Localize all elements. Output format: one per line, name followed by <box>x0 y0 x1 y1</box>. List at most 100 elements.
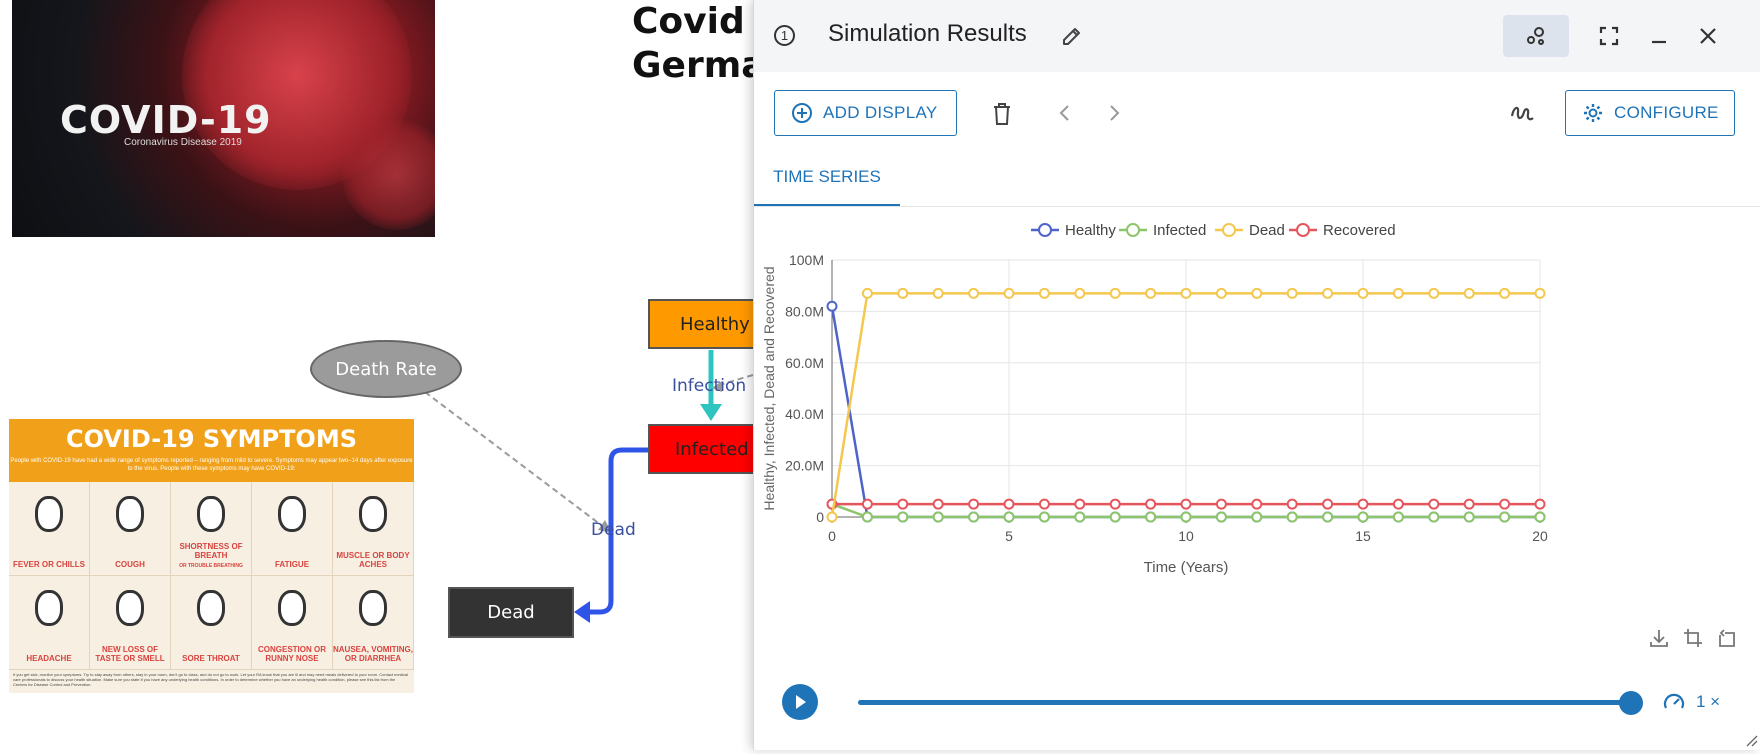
breath-icon <box>197 496 225 532</box>
download-chart-button[interactable] <box>1645 624 1673 652</box>
legend-marker-infected <box>1126 223 1140 237</box>
data-point-infected <box>968 511 980 523</box>
data-point-recovered <box>1003 498 1015 510</box>
delete-button[interactable] <box>984 96 1020 132</box>
next-button[interactable] <box>1099 98 1129 128</box>
data-point-infected <box>1074 511 1086 523</box>
resize-handle-icon[interactable] <box>1744 733 1758 747</box>
data-point-dead <box>1003 287 1015 299</box>
time-series-chart[interactable]: 0 20.0M 40.0M 60.0M 80.0M 100M 0 5 10 15 20 Time (Y… <box>754 215 1760 670</box>
data-point-infected <box>1392 511 1404 523</box>
chart-svg: 0 20.0M 40.0M 60.0M 80.0M 100M 0 5 10 15 20 Time (Y… <box>761 222 1548 576</box>
previous-button[interactable] <box>1050 98 1080 128</box>
dead-flow-label[interactable]: Dead <box>591 520 636 540</box>
symptom-congestion: CONGESTION OR RUNNY NOSE <box>252 576 333 670</box>
symptom-label: NEW LOSS OF TASTE OR SMELL <box>95 645 165 663</box>
congestion-icon <box>278 590 306 626</box>
symptom-label: FEVER OR CHILLS <box>12 560 85 569</box>
nose-icon <box>116 590 144 626</box>
muscle-ache-icon <box>359 496 387 532</box>
data-point-infected <box>932 511 944 523</box>
data-point-infected <box>1215 511 1227 523</box>
symptom-fatigue: FATIGUE <box>252 482 333 576</box>
data-point-infected <box>1322 511 1334 523</box>
symptoms-grid: FEVER OR CHILLS COUGH SHORTNESS OF BREAT… <box>9 482 414 670</box>
panel-header[interactable]: 1 Simulation Results <box>754 0 1760 72</box>
data-point-dead <box>1145 287 1157 299</box>
data-point-recovered <box>1286 498 1298 510</box>
symptom-nausea: NAUSEA, VOMITING, OR DIARRHEA <box>333 576 414 670</box>
symptom-muscle-aches: MUSCLE OR BODY ACHES <box>333 482 414 576</box>
x-axis-label: Time (Years) <box>1144 559 1229 576</box>
playback-slider-thumb[interactable] <box>1619 691 1643 715</box>
data-point-infected <box>1038 511 1050 523</box>
data-point-dead <box>1428 287 1440 299</box>
healthy-stock[interactable]: Healthy <box>648 299 768 349</box>
squiggle-icon <box>1510 106 1534 121</box>
legend-label-infected: Infected <box>1153 222 1206 239</box>
symptom-sore-throat: SORE THROAT <box>171 576 252 670</box>
data-point-recovered <box>861 498 873 510</box>
data-point-infected <box>1463 511 1475 523</box>
dead-stock-label: Dead <box>487 602 535 623</box>
tab-divider <box>754 206 1760 207</box>
covid-symptoms-poster[interactable]: COVID-19 SYMPTOMS People with COVID-19 h… <box>9 419 414 693</box>
data-point-dead <box>1322 287 1334 299</box>
playback-bar: 1 × <box>754 672 1760 734</box>
legend-label-dead: Dead <box>1249 222 1285 239</box>
death-rate-variable[interactable]: Death Rate <box>310 340 462 398</box>
data-point-dead <box>861 287 873 299</box>
simulation-results-panel[interactable]: 1 Simulation Results ADD DISPLAY CONFIGU… <box>753 0 1760 750</box>
data-point-recovered <box>1392 498 1404 510</box>
playback-slider-track[interactable] <box>858 700 1628 705</box>
legend-label-healthy: Healthy <box>1065 222 1116 239</box>
play-button[interactable] <box>782 684 818 720</box>
y-tick-label: 80.0M <box>785 303 824 319</box>
smooth-lines-button[interactable] <box>1504 96 1540 132</box>
model-canvas[interactable]: COVID-19 Coronavirus Disease 2019 Covid … <box>0 0 1760 754</box>
share-button[interactable] <box>1503 15 1569 57</box>
reset-zoom-button[interactable] <box>1713 624 1741 652</box>
data-point-infected <box>1534 511 1546 523</box>
data-point-infected <box>1499 511 1511 523</box>
y-tick-label: 100M <box>789 252 824 268</box>
data-point-dead <box>1180 287 1192 299</box>
speedometer-icon[interactable] <box>1662 690 1686 714</box>
legend-marker-dead <box>1222 223 1236 237</box>
configure-button[interactable]: CONFIGURE <box>1565 90 1735 136</box>
dead-stock[interactable]: Dead <box>448 587 574 638</box>
symptom-label: CONGESTION OR RUNNY NOSE <box>257 645 326 663</box>
legend-label-recovered: Recovered <box>1323 222 1396 239</box>
close-button[interactable] <box>1675 15 1741 57</box>
data-point-dead <box>1074 287 1086 299</box>
symptom-loss-of-taste: NEW LOSS OF TASTE OR SMELL <box>90 576 171 670</box>
symptoms-subtitle: People with COVID-19 have had a wide ran… <box>10 458 413 472</box>
cough-icon <box>116 496 144 532</box>
data-point-dead <box>1286 287 1298 299</box>
symptom-cough: COUGH <box>90 482 171 576</box>
zoom-region-button[interactable] <box>1679 624 1707 652</box>
edit-icon[interactable] <box>1060 24 1084 48</box>
data-point-dead <box>1251 287 1263 299</box>
info-icon[interactable]: 1 <box>774 25 795 46</box>
close-icon <box>1700 28 1716 44</box>
data-point-infected <box>1145 511 1157 523</box>
data-point-dead <box>968 287 980 299</box>
trash-icon <box>994 103 1010 125</box>
add-display-button[interactable]: ADD DISPLAY <box>774 90 957 136</box>
symptom-label-main: SHORTNESS OF BREATH <box>179 542 243 560</box>
playback-speed-label[interactable]: 1 × <box>1696 692 1720 712</box>
chevron-right-icon <box>1110 105 1120 121</box>
infection-flow-label[interactable]: Infection <box>672 376 746 396</box>
data-point-infected <box>1428 511 1440 523</box>
data-point-dead <box>1357 287 1369 299</box>
data-point-recovered <box>1145 498 1157 510</box>
data-point-dead <box>897 287 909 299</box>
infected-stock[interactable]: Infected <box>648 424 768 474</box>
download-icon <box>1650 630 1668 647</box>
symptom-label: SHORTNESS OF BREATH OR TROUBLE BREATHING <box>171 542 251 571</box>
y-tick-label: 0 <box>816 509 824 525</box>
panel-title: Simulation Results <box>828 20 1027 47</box>
tab-time-series[interactable]: TIME SERIES <box>754 145 900 207</box>
data-point-healthy <box>826 300 838 312</box>
